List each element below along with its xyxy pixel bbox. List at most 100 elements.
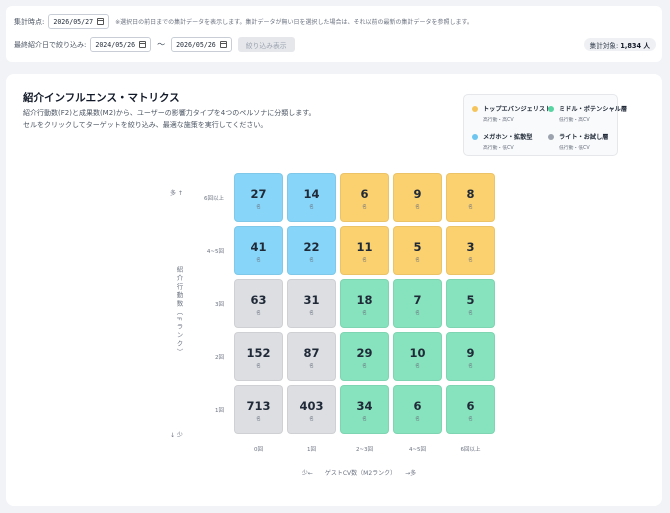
matrix-cell[interactable]: 31 名 (287, 279, 336, 328)
row-label: 1回 (215, 408, 224, 414)
legend-name: ミドル・ポテンシャル層 (559, 106, 628, 113)
matrix-cell[interactable]: 403 名 (287, 385, 336, 434)
cell-count: 31 (303, 293, 320, 307)
cell-count: 9 (466, 346, 475, 360)
matrix-cell[interactable]: 5名 (446, 279, 495, 328)
legend-name: メガホン・拡散型 (483, 134, 533, 141)
calendar-icon[interactable] (219, 41, 227, 48)
matrix-cell[interactable]: 10 名 (393, 332, 442, 381)
cell-unit: 名 (309, 258, 314, 263)
matrix-cell[interactable]: 9名 (446, 332, 495, 381)
legend-sub: 高行動・高CV (483, 118, 514, 123)
persona-legend: トップエバンジェリスト 高行動・高CV ミドル・ポテンシャル層 低行動・高CV … (463, 94, 627, 156)
cell-unit: 名 (415, 417, 420, 422)
cell-unit: 名 (415, 364, 420, 369)
matrix-cell[interactable]: 11 名 (340, 226, 389, 275)
column-label: 1回 (307, 447, 316, 453)
cell-count: 29 (356, 346, 373, 360)
matrix-cell[interactable]: 7名 (393, 279, 442, 328)
to-date-value: 2026/05/26 (176, 40, 216, 49)
row-label: 3回 (215, 302, 224, 308)
cell-unit: 名 (468, 205, 473, 210)
column-label: 2~3回 (355, 447, 374, 453)
cell-count: 9 (413, 187, 422, 201)
y-axis-title: 紹介行動数（Fランク） (175, 266, 183, 357)
matrix-cell[interactable]: 27 名 (234, 173, 283, 222)
legend-dot (472, 134, 478, 140)
cell-count: 14 (303, 187, 320, 201)
apply-filter-button[interactable]: 絞り込み表示 (237, 37, 295, 52)
cell-unit: 名 (256, 258, 261, 263)
matrix-cell[interactable]: 5名 (393, 226, 442, 275)
matrix-cell[interactable]: 87 名 (287, 332, 336, 381)
from-date-input[interactable]: 2024/05/26 (90, 37, 152, 52)
cell-unit: 名 (309, 364, 314, 369)
row-label: 4~5回 (206, 249, 224, 255)
legend-name: トップエバンジェリスト (483, 106, 552, 113)
matrix-cell[interactable]: 6名 (446, 385, 495, 434)
legend-sub: 高行動・低CV (483, 146, 514, 151)
cell-count: 6 (413, 399, 422, 413)
cell-count: 22 (303, 240, 320, 254)
cell-count: 5 (413, 240, 422, 254)
cell-unit: 名 (309, 205, 314, 210)
from-date-value: 2024/05/26 (95, 40, 136, 49)
cell-count: 5 (466, 293, 475, 307)
cell-count: 27 (250, 187, 267, 201)
cell-unit: 名 (415, 258, 420, 263)
cell-count: 3 (466, 240, 475, 254)
matrix-cell[interactable]: 713 名 (234, 385, 283, 434)
total-badge: 集計対象: 1,834 人 (583, 38, 656, 51)
matrix-cell[interactable]: 34 名 (340, 385, 389, 434)
matrix-cell[interactable]: 6名 (340, 173, 389, 222)
range-separator: 〜 (157, 40, 166, 49)
x-axis-title: 少← ゲストCV数（M2ランク） →多 (301, 470, 417, 477)
cell-unit: 名 (256, 311, 261, 316)
cell-unit: 名 (362, 258, 367, 263)
cell-unit: 名 (362, 311, 367, 316)
cell-unit: 名 (256, 205, 261, 210)
legend-dot (472, 106, 478, 112)
total-label: 集計対象: (589, 41, 619, 50)
matrix-cell[interactable]: 9名 (393, 173, 442, 222)
matrix-cell[interactable]: 6名 (393, 385, 442, 434)
cell-unit: 名 (362, 417, 367, 422)
row-label: 2回 (215, 355, 224, 361)
y-axis-high-label: 多 ↑ (170, 190, 183, 197)
matrix-cell[interactable]: 18 名 (340, 279, 389, 328)
cell-count: 7 (413, 293, 422, 307)
matrix-cell[interactable]: 3名 (446, 226, 495, 275)
cell-count: 6 (360, 187, 369, 201)
matrix-description-line: セルをクリックしてターゲットを絞り込み、最適な施策を実行してください。 (23, 121, 268, 129)
y-axis-low-label: ↓ 少 (170, 432, 183, 439)
aggregation-label: 集計時点: (14, 17, 45, 26)
cell-count: 403 (299, 399, 324, 413)
aggregation-date-input[interactable]: 2026/05/27 (48, 14, 110, 29)
matrix-cell[interactable]: 8名 (446, 173, 495, 222)
matrix-cell[interactable]: 14 名 (287, 173, 336, 222)
legend-dot (548, 134, 554, 140)
column-label: 6回以上 (460, 447, 481, 453)
cell-unit: 名 (309, 311, 314, 316)
row-label: 6回以上 (204, 196, 224, 202)
cell-unit: 名 (362, 205, 367, 210)
cell-unit: 名 (362, 364, 367, 369)
to-date-input[interactable]: 2026/05/26 (171, 37, 232, 52)
matrix-title: 紹介インフルエンス・マトリクス (23, 92, 180, 104)
matrix-cell[interactable]: 152 名 (234, 332, 283, 381)
calendar-icon[interactable] (97, 18, 105, 25)
matrix-card: 紹介インフルエンス・マトリクス 紹介行動数(F2)と成果数(M2)から、ユーザー… (6, 74, 662, 506)
cell-unit: 名 (415, 205, 420, 210)
matrix-cell[interactable]: 63 名 (234, 279, 283, 328)
calendar-icon[interactable] (139, 41, 147, 48)
legend-dot (548, 106, 554, 112)
matrix-cell[interactable]: 22 名 (287, 226, 336, 275)
matrix-cell[interactable]: 29 名 (340, 332, 389, 381)
cell-unit: 名 (256, 364, 261, 369)
cell-unit: 名 (468, 417, 473, 422)
cell-count: 6 (466, 399, 475, 413)
cell-count: 41 (250, 240, 267, 254)
cell-count: 152 (246, 346, 271, 360)
matrix-cell[interactable]: 41 名 (234, 226, 283, 275)
cell-count: 34 (356, 399, 373, 413)
